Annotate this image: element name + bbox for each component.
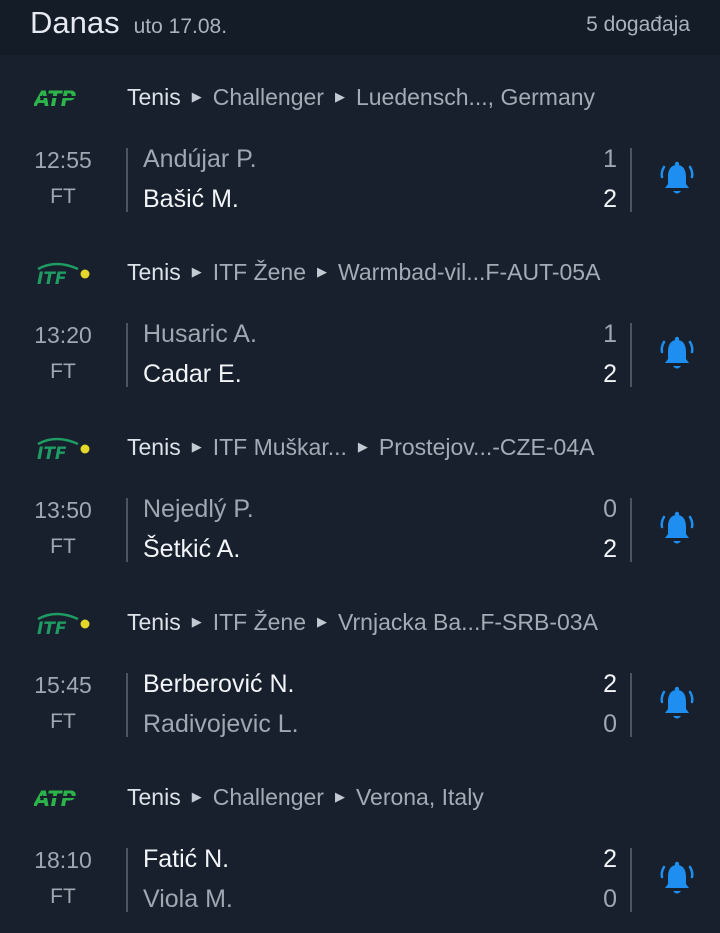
match-status: FT: [50, 360, 76, 383]
chevron-right-icon: ▶: [191, 263, 202, 279]
tournament-name: Prostejov...-CZE-04A: [378, 434, 595, 460]
match-status: FT: [50, 535, 76, 558]
sport-label: Tenis: [127, 259, 181, 285]
divider: [126, 323, 128, 387]
category-label: ITF Muškar...: [212, 434, 347, 460]
sport-label: Tenis: [127, 434, 181, 460]
match-status: FT: [50, 185, 76, 208]
sport-label: Tenis: [127, 609, 181, 635]
chevron-right-icon: ▶: [334, 788, 345, 804]
atp-logo: ATP: [34, 86, 94, 110]
tournament-header[interactable]: ATP Tenis ▶ Challenger ▶ Luedensch..., Germa…: [0, 55, 720, 140]
divider: [126, 148, 128, 212]
score-away: 0: [603, 710, 617, 738]
score-away: 2: [603, 535, 617, 563]
player-home: Berberović N.: [143, 670, 295, 698]
svg-text:ITF: ITF: [37, 619, 67, 636]
chevron-right-icon: ▶: [191, 788, 202, 804]
chevron-right-icon: ▶: [334, 88, 345, 104]
chevron-right-icon: ▶: [191, 613, 202, 629]
tournament-header[interactable]: ITF Tenis ▶ ITF Muškar... ▶ Prostejov...-CZE…: [0, 405, 720, 490]
match-row[interactable]: 13:50 FT Nejedlý P. Šetkić A. 0 2: [0, 490, 720, 580]
chevron-right-icon: ▶: [191, 88, 202, 104]
match-row[interactable]: 18:10 FT Fatić N. Viola M. 2 0: [0, 840, 720, 930]
page-title: Danas: [30, 5, 120, 40]
bell-icon[interactable]: [660, 860, 694, 900]
tournament-header[interactable]: ITF Tenis ▶ ITF Žene ▶ Vrnjacka Ba...F-SRB-0…: [0, 580, 720, 665]
player-away: Bašić M.: [143, 185, 239, 213]
bell-icon[interactable]: [660, 160, 694, 200]
player-home: Andújar P.: [143, 145, 257, 173]
match-time: 12:55: [34, 147, 92, 173]
score-away: 2: [603, 360, 617, 388]
match-list: ATP Tenis ▶ Challenger ▶ Luedensch..., Germa…: [0, 55, 720, 930]
match-time: 13:20: [34, 322, 92, 348]
player-away: Radivojevic L.: [143, 710, 299, 738]
chevron-right-icon: ▶: [191, 438, 202, 454]
category-label: ITF Žene: [212, 609, 307, 635]
date-label[interactable]: uto 17.08.: [134, 15, 227, 39]
category-label: ITF Žene: [212, 259, 307, 285]
category-label: Challenger: [212, 84, 324, 110]
chevron-right-icon: ▶: [317, 613, 328, 629]
player-home: Husaric A.: [143, 320, 257, 348]
player-away: Viola M.: [143, 885, 233, 913]
divider: [630, 148, 632, 212]
player-home: Nejedlý P.: [143, 495, 254, 523]
match-row[interactable]: 12:55 FT Andújar P. Bašić M. 1 2: [0, 140, 720, 230]
itf-logo: ITF: [34, 261, 94, 286]
divider: [630, 323, 632, 387]
bell-icon[interactable]: [660, 510, 694, 550]
player-away: Cadar E.: [143, 360, 242, 388]
player-home: Fatić N.: [143, 845, 230, 873]
header-left: Danas uto 17.08.: [30, 0, 227, 41]
tournament-name: Vrnjacka Ba...F-SRB-03A: [338, 609, 598, 635]
match-row[interactable]: 13:20 FT Husaric A. Cadar E. 1 2: [0, 315, 720, 405]
score-home: 2: [603, 670, 617, 698]
header: Danas uto 17.08. 5 događaja: [0, 0, 720, 55]
match-time: 13:50: [34, 497, 92, 523]
match-time: 18:10: [34, 847, 92, 873]
bell-icon[interactable]: [660, 685, 694, 725]
score-home: 1: [603, 145, 617, 173]
chevron-right-icon: ▶: [357, 438, 368, 454]
svg-text:ITF: ITF: [37, 444, 67, 461]
divider: [630, 498, 632, 562]
atp-logo: ATP: [34, 786, 94, 810]
tournament-name: Luedensch..., Germany: [355, 84, 596, 110]
tournament-header[interactable]: ATP Tenis ▶ Challenger ▶ Verona, Italy: [0, 755, 720, 840]
divider: [630, 673, 632, 737]
score-away: 0: [603, 885, 617, 913]
divider: [630, 848, 632, 912]
tournament-name: Warmbad-vil...F-AUT-05A: [338, 259, 601, 285]
match-status: FT: [50, 885, 76, 908]
itf-logo: ITF: [34, 436, 94, 461]
match-row[interactable]: 15:45 FT Berberović N. Radivojevic L. 2 0: [0, 665, 720, 755]
score-home: 1: [603, 320, 617, 348]
divider: [126, 498, 128, 562]
sport-label: Tenis: [127, 784, 181, 810]
itf-logo: ITF: [34, 611, 94, 636]
bell-icon[interactable]: [660, 335, 694, 375]
match-status: FT: [50, 710, 76, 733]
score-home: 0: [603, 495, 617, 523]
tournament-name: Verona, Italy: [355, 784, 484, 810]
score-away: 2: [603, 185, 617, 213]
tournament-header[interactable]: ITF Tenis ▶ ITF Žene ▶ Warmbad-vil...F-AUT-0…: [0, 230, 720, 315]
player-away: Šetkić A.: [143, 535, 241, 563]
category-label: Challenger: [212, 784, 324, 810]
divider: [126, 848, 128, 912]
score-home: 2: [603, 845, 617, 873]
divider: [126, 673, 128, 737]
events-count: 5 događaja: [586, 13, 690, 36]
sport-label: Tenis: [127, 84, 181, 110]
svg-text:ITF: ITF: [37, 269, 67, 286]
match-time: 15:45: [34, 672, 92, 698]
chevron-right-icon: ▶: [317, 263, 328, 279]
